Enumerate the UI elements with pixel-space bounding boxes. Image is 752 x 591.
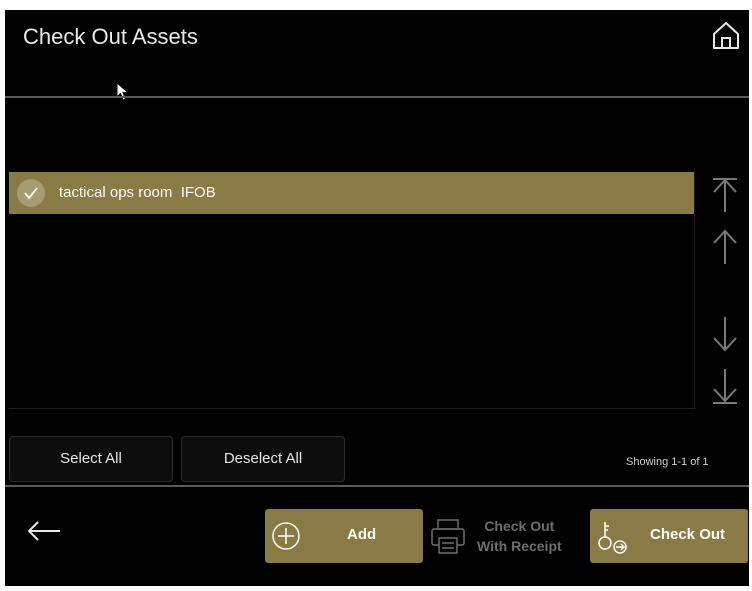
add-button-label: Add (347, 526, 377, 543)
app-screen: Check Out Assets tactical ops room IFOB (5, 10, 749, 586)
list-item-label: tactical ops room IFOB (59, 184, 216, 201)
showing-count: Showing 1-1 of 1 (626, 456, 709, 468)
back-button[interactable] (27, 521, 61, 541)
asset-list: tactical ops room IFOB (9, 170, 695, 409)
add-button[interactable]: Add (265, 509, 423, 563)
scroll-to-bottom-button[interactable] (707, 366, 743, 406)
scroll-up-icon (713, 229, 737, 264)
check-out-button[interactable]: Check Out (590, 509, 748, 563)
footer-divider (5, 485, 749, 487)
scroll-to-bottom-icon (713, 369, 737, 404)
printer-icon (431, 519, 465, 554)
selected-check-icon[interactable] (17, 179, 45, 207)
scroll-down-button[interactable] (707, 314, 743, 354)
mouse-pointer-icon (116, 82, 130, 101)
plus-circle-icon (272, 522, 300, 550)
list-item[interactable]: tactical ops room IFOB (9, 172, 694, 214)
check-out-with-receipt-label: Check Out With Receipt (477, 516, 562, 556)
scroll-down-icon (713, 317, 737, 352)
deselect-all-button[interactable]: Deselect All (181, 436, 345, 482)
page-title: Check Out Assets (23, 24, 198, 49)
select-all-button[interactable]: Select All (9, 436, 173, 482)
home-button[interactable] (711, 20, 741, 50)
scroll-to-top-icon (713, 178, 737, 212)
scroll-to-top-button[interactable] (707, 176, 743, 216)
back-arrow-icon (27, 521, 60, 541)
home-icon (713, 22, 739, 49)
scroll-up-button[interactable] (707, 228, 743, 268)
check-out-with-receipt-button[interactable]: Check Out With Receipt (426, 510, 576, 564)
check-out-button-label: Check Out (650, 526, 726, 543)
receipt-label-line2: With Receipt (477, 538, 562, 554)
key-icon (598, 522, 627, 554)
header-divider (5, 96, 749, 98)
receipt-label-line1: Check Out (484, 518, 555, 534)
